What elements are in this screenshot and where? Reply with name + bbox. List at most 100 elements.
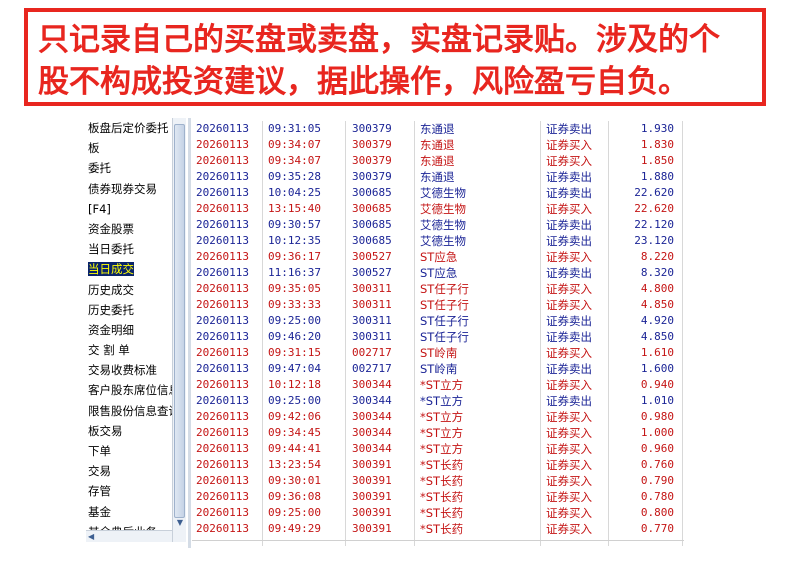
sidebar-item-label: 客户股东席位信息 [88, 383, 180, 398]
sidebar-item[interactable]: 交易 [86, 461, 186, 481]
table-row[interactable]: 20260113 09:31:15 002717 ST岭南 证券买入 1.610 [192, 345, 684, 361]
table-row[interactable]: 20260113 09:49:29 300391 *ST长药 证券买入 0.770 [192, 521, 684, 537]
trade-date: 20260113 [196, 186, 249, 199]
table-row[interactable]: 20260113 13:15:40 300685 艾德生物 证券买入 22.620 [192, 201, 684, 217]
trade-date: 20260113 [196, 330, 249, 343]
table-row[interactable]: 20260113 09:36:08 300391 *ST长药 证券买入 0.780 [192, 489, 684, 505]
stock-name: ST任子行 [420, 314, 469, 328]
stock-name: ST任子行 [420, 282, 469, 296]
sidebar-item[interactable]: 下单 [86, 441, 186, 461]
table-row[interactable]: 20260113 13:23:54 300391 *ST长药 证券买入 0.760 [192, 457, 684, 473]
sidebar-item[interactable]: 客户股东席位信息 [86, 380, 186, 400]
trade-date: 20260113 [196, 458, 249, 471]
table-row[interactable]: 20260113 09:36:17 300527 ST应急 证券买入 8.220 [192, 249, 684, 265]
sidebar-item[interactable]: 历史成交 [86, 280, 186, 300]
trade-price: 8.220 [640, 250, 674, 263]
table-row[interactable]: 20260113 10:04:25 300685 艾德生物 证券卖出 22.620 [192, 185, 684, 201]
sidebar-item[interactable]: 板 [86, 138, 186, 158]
trade-time: 10:04:25 [268, 186, 321, 199]
sidebar-item-label: 历史成交 [88, 282, 134, 297]
stock-code: 300344 [352, 410, 392, 423]
stock-name: *ST长药 [420, 506, 464, 520]
table-row[interactable]: 20260113 09:30:01 300391 *ST长药 证券买入 0.790 [192, 473, 684, 489]
sidebar-item-label: 板盘后定价委托 [88, 121, 169, 135]
table-row[interactable]: 20260113 09:35:28 300379 东通退 证券卖出 1.880 [192, 169, 684, 185]
table-row[interactable]: 20260113 09:47:04 002717 ST岭南 证券卖出 1.600 [192, 361, 684, 377]
sidebar-item-label: 交 割 单 [88, 343, 130, 358]
trade-time: 09:34:07 [268, 138, 321, 151]
table-row[interactable]: 20260113 09:44:41 300344 *ST立方 证券买入 0.960 [192, 441, 684, 457]
table-row[interactable]: 20260113 09:25:00 300311 ST任子行 证券卖出 4.920 [192, 313, 684, 329]
table-row[interactable]: 20260113 09:42:06 300344 *ST立方 证券买入 0.980 [192, 409, 684, 425]
sidebar-item-label: 当日委托 [88, 242, 134, 257]
table-row[interactable]: 20260113 09:34:45 300344 *ST立方 证券买入 1.000 [192, 425, 684, 441]
stock-code: 300685 [352, 186, 392, 199]
sidebar-item[interactable]: 交 割 单 [86, 340, 186, 360]
trade-price: 22.620 [634, 202, 674, 215]
table-row[interactable]: 20260113 09:30:57 300685 艾德生物 证券卖出 22.120 [192, 217, 684, 233]
stock-name: ST应急 [420, 250, 458, 264]
sidebar-item[interactable]: 限售股份信息查询 [86, 401, 186, 421]
trade-type: 证券卖出 [546, 170, 592, 184]
sidebar-item[interactable]: 板盘后定价委托 [86, 118, 186, 138]
sidebar-item[interactable]: 资金明细 [86, 320, 186, 340]
scroll-left-arrow-icon[interactable]: ◀ [88, 531, 94, 542]
trade-date: 20260113 [196, 506, 249, 519]
stock-code: 300379 [352, 138, 392, 151]
table-row[interactable]: 20260113 10:12:18 300344 *ST立方 证券买入 0.940 [192, 377, 684, 393]
trade-time: 09:46:20 [268, 330, 321, 343]
sidebar-horizontal-scrollbar[interactable]: ◀ [86, 530, 172, 542]
trade-price: 1.610 [640, 346, 674, 359]
stock-code: 300391 [352, 474, 392, 487]
sidebar-item[interactable]: 基金 [86, 502, 186, 522]
nav-sidebar: 板盘后定价委托板委托债券现券交易 [F4] 资金股票当日委托当日成交历史成交历史委托… [86, 118, 186, 542]
sidebar-item[interactable]: 板交易 [86, 421, 186, 441]
sidebar-item[interactable]: 交易收费标准 [86, 360, 186, 380]
sidebar-item[interactable]: 存管 [86, 481, 186, 501]
trade-type: 证券卖出 [546, 362, 592, 376]
trade-time: 09:49:29 [268, 522, 321, 535]
trade-time: 09:31:05 [268, 122, 321, 135]
scroll-down-arrow-icon[interactable]: ▼ [175, 518, 185, 528]
sidebar-item-label: 历史委托 [88, 302, 134, 317]
sidebar-item[interactable]: 当日委托 [86, 239, 186, 259]
trade-date: 20260113 [196, 218, 249, 231]
trade-date: 20260113 [196, 122, 249, 135]
sidebar-item[interactable]: 债券现券交易 [86, 179, 186, 199]
sidebar-item[interactable]: 资金股票 [86, 219, 186, 239]
stock-code: 300527 [352, 250, 392, 263]
trade-time: 09:25:00 [268, 314, 321, 327]
stock-name: *ST立方 [420, 378, 464, 392]
table-row[interactable]: 20260113 09:31:05 300379 东通退 证券卖出 1.930 [192, 121, 684, 137]
sidebar-vertical-scrollbar[interactable]: ▼ [172, 118, 186, 542]
stock-name: *ST长药 [420, 458, 464, 472]
sidebar-item-label: 当日成交 [88, 262, 134, 277]
sidebar-item[interactable]: [F4] [86, 199, 186, 219]
trade-time: 10:12:18 [268, 378, 321, 391]
stock-name: *ST立方 [420, 394, 464, 408]
stock-name: *ST长药 [420, 490, 464, 504]
sidebar-item[interactable]: 委托 [86, 158, 186, 178]
stock-name: 艾德生物 [420, 234, 466, 248]
stock-code: 300391 [352, 506, 392, 519]
sidebar-item[interactable]: 历史委托 [86, 300, 186, 320]
pane-splitter[interactable] [188, 118, 191, 548]
table-row[interactable]: 20260113 09:34:07 300379 东通退 证券买入 1.850 [192, 153, 684, 169]
trade-price: 1.880 [640, 170, 674, 183]
table-row[interactable]: 20260113 09:25:00 300344 *ST立方 证券卖出 1.010 [192, 393, 684, 409]
table-row[interactable]: 20260113 09:34:07 300379 东通退 证券买入 1.830 [192, 137, 684, 153]
table-row[interactable]: 20260113 10:12:35 300685 艾德生物 证券卖出 23.120 [192, 233, 684, 249]
sidebar-item[interactable]: 当日成交 [86, 259, 186, 279]
table-row[interactable]: 20260113 09:25:00 300391 *ST长药 证券买入 0.800 [192, 505, 684, 521]
table-row[interactable]: 20260113 09:46:20 300311 ST任子行 证券卖出 4.850 [192, 329, 684, 345]
stock-name: *ST长药 [420, 522, 464, 536]
trade-time: 13:15:40 [268, 202, 321, 215]
sidebar-item-label: 委托 [88, 161, 111, 176]
stock-name: ST岭南 [420, 362, 458, 376]
trade-date: 20260113 [196, 282, 249, 295]
table-row[interactable]: 20260113 09:33:33 300311 ST任子行 证券买入 4.850 [192, 297, 684, 313]
table-row[interactable]: 20260113 11:16:37 300527 ST应急 证券卖出 8.320 [192, 265, 684, 281]
scroll-thumb[interactable] [174, 124, 185, 518]
table-row[interactable]: 20260113 09:35:05 300311 ST任子行 证券买入 4.800 [192, 281, 684, 297]
stock-name: 艾德生物 [420, 202, 466, 216]
